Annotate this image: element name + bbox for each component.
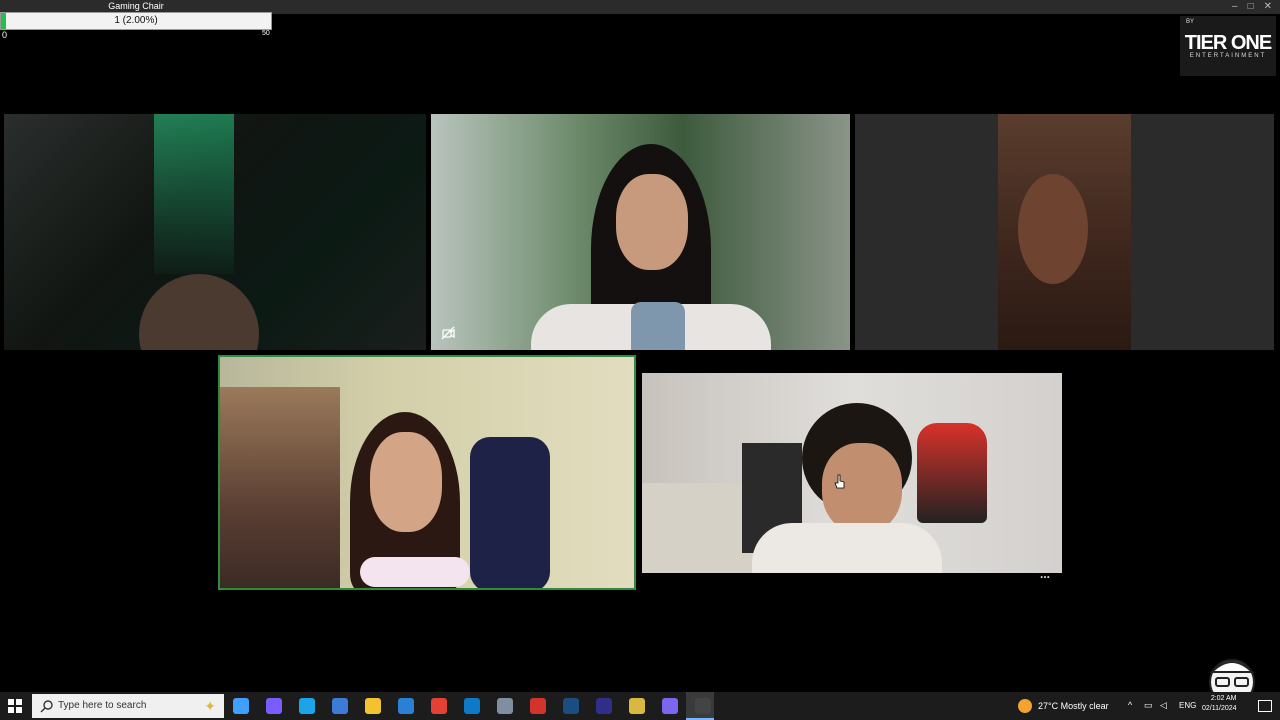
goal-progress-text: 1 (2.00%) <box>114 15 158 26</box>
video-tile-participant-3[interactable] <box>855 114 1274 350</box>
video-tile-participant-2[interactable] <box>431 114 850 350</box>
clock-time: 2:02 AM <box>1210 695 1237 702</box>
goal-progress-bar: 1 (2.00%) <box>0 12 272 30</box>
notification-icon[interactable] <box>1258 700 1272 712</box>
led-light <box>154 114 234 274</box>
participant-face <box>370 432 442 532</box>
clock-date: 02/11/2024 <box>1202 705 1237 712</box>
video-tile-participant-5[interactable] <box>642 373 1062 573</box>
app-icon[interactable] <box>497 698 513 714</box>
chat-app-icon[interactable] <box>266 698 282 714</box>
search-icon <box>40 700 53 713</box>
microphone <box>360 557 470 587</box>
notes-icon[interactable] <box>464 698 480 714</box>
minimize-icon[interactable]: – <box>1232 1 1238 12</box>
participant-face <box>1018 174 1088 284</box>
microphone <box>631 302 685 350</box>
script-icon[interactable] <box>629 698 645 714</box>
camera-off-icon <box>441 326 455 340</box>
taskbar: Type here to search ✦ 27°C Mostly clear … <box>0 692 1280 720</box>
game-icon[interactable] <box>530 698 546 714</box>
input-language[interactable]: ENG <box>1179 692 1196 720</box>
gaming-chair <box>917 423 987 523</box>
video-tile-participant-1[interactable] <box>4 114 426 350</box>
search-placeholder: Type here to search <box>58 700 147 711</box>
maximize-icon[interactable]: □ <box>1248 1 1254 12</box>
participant-head <box>139 274 259 350</box>
goal-title: Gaming Chair <box>108 1 164 11</box>
video-tile-participant-4[interactable] <box>218 355 636 590</box>
mail-icon[interactable] <box>398 698 414 714</box>
goal-widget: Gaming Chair 1 (2.00%) 0 50 <box>0 0 272 40</box>
figure-shelf <box>220 387 340 588</box>
brand-name: TIER ONE <box>1184 32 1272 54</box>
brand-subtitle: ENTERTAINMENT <box>1189 53 1267 59</box>
participant-face <box>616 174 688 270</box>
tray-overflow-icon[interactable]: ^ <box>1128 700 1132 710</box>
copilot-icon[interactable] <box>233 698 249 714</box>
edge-icon[interactable] <box>299 698 315 714</box>
gaming-chair <box>470 437 550 588</box>
windows-start-icon[interactable] <box>8 699 22 713</box>
audio-app-icon[interactable] <box>596 698 612 714</box>
weather-icon[interactable] <box>1018 699 1032 713</box>
close-icon[interactable]: ✕ <box>1264 1 1272 12</box>
chrome-icon[interactable] <box>431 698 447 714</box>
brand-logo: BY TIER ONE ENTERTAINMENT <box>1180 16 1276 76</box>
brand-by: BY <box>1186 19 1195 25</box>
goal-max-label: 50 <box>262 30 270 37</box>
participant-body <box>752 523 942 573</box>
window-controls[interactable]: – □ ✕ <box>1232 1 1272 12</box>
weather-text[interactable]: 27°C Mostly clear <box>1038 692 1109 720</box>
search-highlight-icon: ✦ <box>204 698 216 714</box>
obs-icon[interactable] <box>695 698 711 714</box>
taskbar-search-box[interactable]: Type here to search ✦ <box>32 694 224 718</box>
goal-min-label: 0 <box>2 30 8 40</box>
volume-icon[interactable]: ◁ <box>1160 700 1167 711</box>
tile-more-options-button[interactable]: ... <box>1040 567 1050 581</box>
files-icon[interactable] <box>365 698 381 714</box>
steam-icon[interactable] <box>563 698 579 714</box>
hand-cursor-icon <box>834 474 845 489</box>
participant-video <box>998 114 1131 350</box>
discord-icon[interactable] <box>662 698 678 714</box>
clock[interactable]: 2:02 AM 02/11/2024 <box>1202 694 1237 714</box>
store-icon[interactable] <box>332 698 348 714</box>
network-icon[interactable]: ▭ <box>1144 700 1153 711</box>
